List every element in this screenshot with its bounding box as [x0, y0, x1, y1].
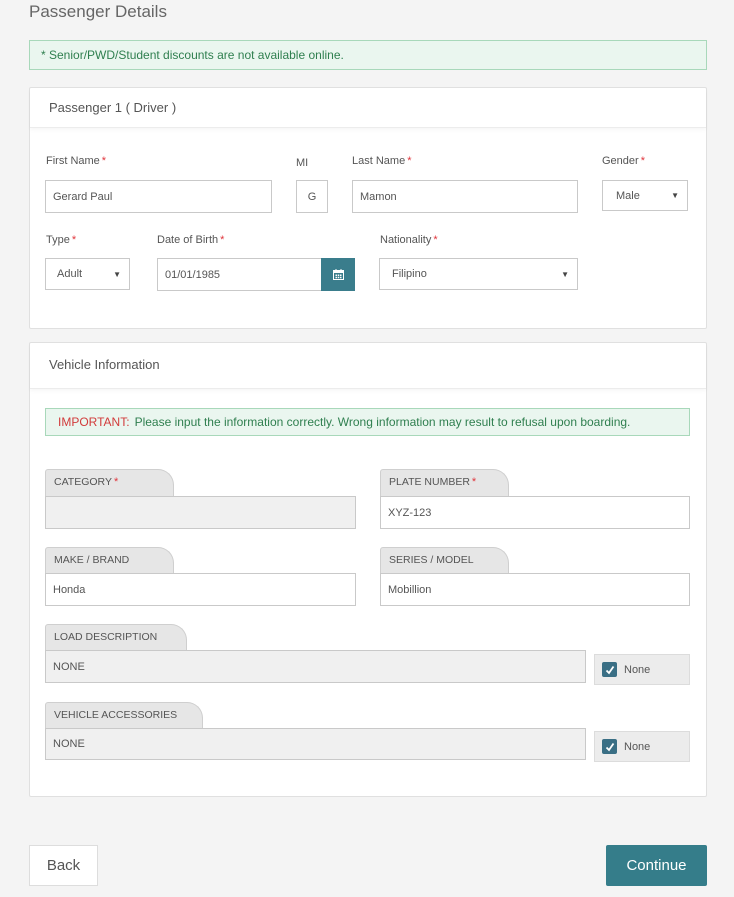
passenger-header-text: Passenger 1 ( Driver ): [49, 100, 177, 115]
first-name-label: First Name *: [46, 155, 107, 167]
checkbox-checked-icon[interactable]: [602, 662, 617, 677]
chevron-down-icon: ▼: [561, 269, 569, 279]
continue-button[interactable]: Continue: [606, 845, 707, 886]
plate-number-input[interactable]: XYZ-123: [380, 496, 690, 529]
load-description-label: LOAD DESCRIPTION: [45, 624, 187, 652]
series-model-input[interactable]: Mobillion: [380, 573, 690, 606]
dob-input[interactable]: 01/01/1985: [157, 258, 322, 291]
gender-select[interactable]: Male ▼: [602, 180, 688, 211]
category-field[interactable]: [45, 496, 356, 529]
passenger-card-header: Passenger 1 ( Driver ): [30, 88, 706, 128]
checkbox-checked-icon[interactable]: [602, 739, 617, 754]
vehicle-header-text: Vehicle Information: [49, 357, 160, 372]
discount-notice: * Senior/PWD/Student discounts are not a…: [29, 40, 707, 70]
series-model-label: SERIES / MODEL: [380, 547, 509, 575]
chevron-down-icon: ▼: [113, 269, 121, 279]
warning-text: Please input the information correctly. …: [134, 415, 631, 429]
last-name-input[interactable]: Mamon: [352, 180, 578, 213]
type-label: Type *: [46, 234, 77, 246]
load-none-toggle[interactable]: None: [594, 654, 690, 685]
chevron-down-icon: ▼: [671, 191, 679, 200]
accessories-none-toggle[interactable]: None: [594, 731, 690, 762]
important-warning: IMPORTANT: Please input the information …: [45, 408, 690, 436]
vehicle-accessories-label: VEHICLE ACCESSORIES: [45, 702, 203, 730]
warning-prefix: IMPORTANT:: [58, 415, 130, 429]
nationality-label: Nationality *: [380, 234, 438, 246]
load-none-label: None: [624, 663, 651, 676]
calendar-icon: [332, 269, 344, 280]
calendar-button[interactable]: [321, 258, 355, 291]
load-description-field[interactable]: NONE: [45, 650, 586, 683]
first-name-input[interactable]: Gerard Paul: [45, 180, 272, 213]
vehicle-card-header: Vehicle Information: [30, 343, 706, 389]
plate-number-label: PLATE NUMBER *: [380, 469, 509, 497]
page-title: Passenger Details: [29, 2, 167, 21]
gender-label: Gender *: [602, 155, 645, 167]
make-brand-label: MAKE / BRAND: [45, 547, 174, 575]
vehicle-accessories-field[interactable]: NONE: [45, 728, 586, 760]
back-button[interactable]: Back: [29, 845, 98, 886]
dob-label: Date of Birth *: [157, 234, 225, 246]
category-label: CATEGORY *: [45, 469, 174, 497]
last-name-label: Last Name *: [352, 155, 412, 167]
mi-input[interactable]: G: [296, 180, 328, 213]
make-brand-input[interactable]: Honda: [45, 573, 356, 606]
accessories-none-label: None: [624, 740, 651, 753]
type-select[interactable]: Adult ▼: [45, 258, 130, 290]
nationality-select[interactable]: Filipino ▼: [379, 258, 578, 290]
mi-label: MI: [296, 157, 309, 169]
